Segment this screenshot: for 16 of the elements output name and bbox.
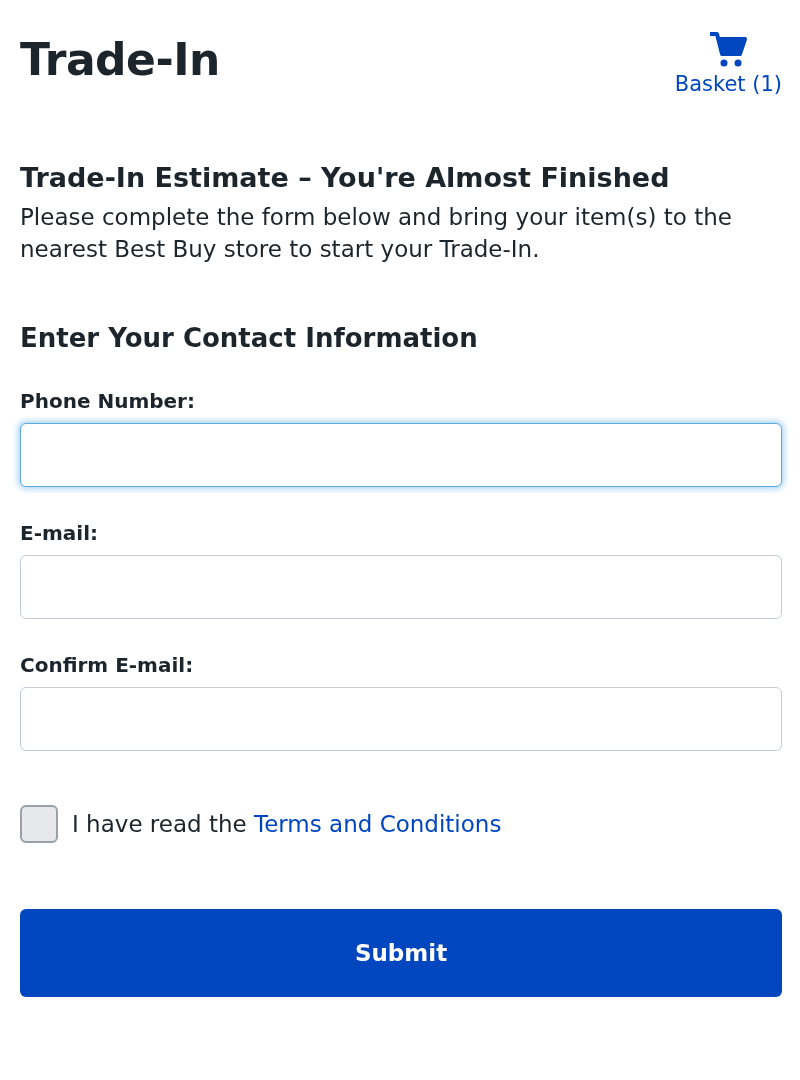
form-heading: Enter Your Contact Information [20, 323, 479, 353]
field-label: E-mail: [20, 521, 99, 545]
terms-link[interactable]: Terms and Conditions [254, 811, 502, 837]
agreement-text: I have read the Terms and Conditions [72, 811, 502, 837]
field-label: Phone Number: [20, 389, 196, 413]
input-field[interactable] [20, 687, 782, 751]
basket-link[interactable]: Basket (1) [674, 30, 782, 96]
checkbox[interactable] [20, 805, 58, 843]
input-field[interactable] [20, 423, 782, 487]
cart-icon [708, 30, 749, 68]
input-field[interactable] [20, 555, 782, 619]
page-title: Trade-In [20, 34, 220, 85]
instructions-text: Please complete the form below and bring your item(s) to the nearest Best Buy store to start your Trade-In. [20, 203, 733, 264]
submit-button[interactable]: Submit [20, 909, 782, 997]
field-label: Confirm E-mail: [20, 653, 195, 677]
section-heading: Trade-In Estimate – You're Almost Finished [20, 162, 671, 193]
